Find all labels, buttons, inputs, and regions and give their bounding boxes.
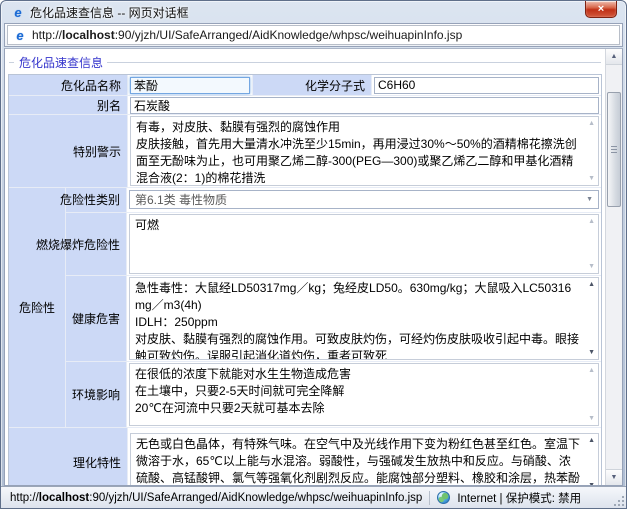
page-title: 危化品速查信息 [14, 54, 107, 71]
scroll-down-icon[interactable]: ▼ [588, 415, 595, 422]
scrollbar-grip [611, 146, 617, 154]
hazard-class-cell: 第6.1类 毒性物质 ▼ [127, 188, 601, 212]
legend-line [107, 62, 601, 63]
page-content: 危化品速查信息 危化品名称 化学分子式 别名 [4, 48, 623, 486]
hazard-class-label: 危险性类别 [66, 188, 127, 212]
special-warning-cell: 有毒，对皮肤、黏膜有强烈的腐蚀作用 皮肤接触，首先用大量清水冲洗至少15min，… [128, 115, 601, 187]
dialog-window: e 危化品速查信息 -- 网页对话框 × e http://localhost:… [0, 0, 627, 509]
scroll-up-icon[interactable]: ▲ [588, 218, 595, 225]
resize-grip[interactable] [612, 494, 624, 506]
hazard-class-select[interactable]: 第6.1类 毒性物质 ▼ [129, 190, 599, 209]
environment-label: 环境影响 [66, 362, 127, 427]
address-url: http://localhost:90/yjzh/UI/SafeArranged… [32, 28, 462, 42]
hazard-group-rows: 危险性类别 第6.1类 毒性物质 ▼ 燃烧爆炸危险性 [66, 188, 601, 427]
chemical-info-table: 危化品名称 化学分子式 别名 [8, 74, 602, 485]
scroll-down-icon[interactable]: ▼ [588, 263, 595, 270]
dropdown-arrow-icon: ▼ [586, 196, 593, 203]
page-scrollbar[interactable]: ▲ ▼ [605, 49, 622, 485]
form-area: 危化品速查信息 危化品名称 化学分子式 别名 [5, 49, 605, 485]
environment-cell: 在很低的浓度下就能对水生生物造成危害 在土壤中，只要2-5天时间就可完全降解 2… [127, 362, 601, 427]
alias-input[interactable] [130, 97, 599, 114]
address-input[interactable]: e http://localhost:90/yjzh/UI/SafeArrang… [7, 25, 620, 45]
physchem-label: 理化特性 [9, 428, 128, 485]
hazard-group-row: 危险性 危险性类别 第6.1类 毒性物质 ▼ [9, 188, 601, 428]
name-cell [128, 75, 252, 95]
ie-icon: e [11, 5, 25, 19]
scrollbar-thumb[interactable] [607, 92, 621, 207]
status-divider [429, 491, 430, 505]
name-label: 危化品名称 [9, 75, 128, 95]
special-warning-textarea[interactable]: 有毒，对皮肤、黏膜有强烈的腐蚀作用 皮肤接触，首先用大量清水冲洗至少15min，… [130, 116, 599, 186]
hazard-class-value: 第6.1类 毒性物质 [135, 191, 227, 208]
table-row: 危化品名称 化学分子式 [9, 75, 601, 96]
scroll-up-icon[interactable]: ▲ [588, 120, 595, 127]
scroll-up-icon[interactable]: ▲ [588, 437, 595, 444]
table-row: 理化特性 无色或白色晶体，有特殊气味。在空气中及光线作用下变为粉红色甚至红色。室… [9, 428, 601, 485]
scroll-up-icon[interactable]: ▲ [588, 281, 595, 288]
environment-textarea[interactable]: 在很低的浓度下就能对水生生物造成危害 在土壤中，只要2-5天时间就可完全降解 2… [129, 363, 599, 426]
physchem-textarea[interactable]: 无色或白色晶体，有特殊气味。在空气中及光线作用下变为粉红色甚至红色。室温下微溶于… [130, 433, 599, 486]
window-title: 危化品速查信息 -- 网页对话框 [30, 4, 189, 21]
alias-cell [128, 96, 601, 114]
table-row: 燃烧爆炸危险性 可燃 ▲ ▼ [66, 213, 601, 277]
scroll-down-icon[interactable]: ▼ [588, 482, 595, 486]
hazard-group-label: 危险性 [9, 188, 66, 427]
globe-icon [437, 491, 450, 504]
formula-label: 化学分子式 [252, 75, 372, 95]
table-row: 环境影响 在很低的浓度下就能对水生生物造成危害 在土壤中，只要2-5天时间就可完… [66, 362, 601, 427]
fire-explosion-label: 燃烧爆炸危险性 [66, 213, 127, 276]
table-row: 健康危害 急性毒性：大鼠经LD50317mg／kg；兔经皮LD50。630mg/… [66, 276, 601, 362]
health-hazard-textarea[interactable]: 急性毒性：大鼠经LD50317mg／kg；兔经皮LD50。630mg/kg；大鼠… [129, 277, 599, 360]
address-bar: e http://localhost:90/yjzh/UI/SafeArrang… [4, 23, 623, 47]
formula-cell [372, 75, 601, 95]
table-row: 特别警示 有毒，对皮肤、黏膜有强烈的腐蚀作用 皮肤接触，首先用大量清水冲洗至少1… [9, 115, 601, 188]
name-input[interactable] [130, 77, 250, 94]
close-button[interactable]: × [585, 1, 617, 18]
scroll-down-icon[interactable]: ▼ [588, 175, 595, 182]
scroll-down-icon[interactable]: ▼ [588, 349, 595, 356]
scroll-down-button[interactable]: ▼ [606, 469, 622, 485]
fire-explosion-textarea[interactable]: 可燃 ▲ ▼ [129, 214, 599, 275]
table-row: 危险性类别 第6.1类 毒性物质 ▼ [66, 188, 601, 213]
health-hazard-label: 健康危害 [66, 276, 127, 361]
special-warning-label: 特别警示 [9, 115, 128, 187]
status-bar: http://localhost:90/yjzh/UI/SafeArranged… [1, 486, 626, 508]
table-row: 别名 [9, 96, 601, 115]
scroll-up-icon[interactable]: ▲ [588, 367, 595, 374]
health-hazard-cell: 急性毒性：大鼠经LD50317mg／kg；兔经皮LD50。630mg/kg；大鼠… [127, 276, 601, 361]
status-zone: Internet | 保护模式: 禁用 [457, 490, 581, 506]
title-bar: e 危化品速查信息 -- 网页对话框 × [1, 1, 626, 23]
fire-explosion-cell: 可燃 ▲ ▼ [127, 213, 601, 276]
scroll-up-button[interactable]: ▲ [606, 49, 622, 65]
close-icon: × [598, 4, 604, 15]
formula-input[interactable] [374, 77, 599, 94]
alias-label: 别名 [9, 96, 128, 114]
ie-icon: e [13, 28, 27, 42]
status-url: http://localhost:90/yjzh/UI/SafeArranged… [10, 492, 422, 504]
fieldset-legend: 危化品速查信息 [8, 51, 602, 71]
physchem-cell: 无色或白色晶体，有特殊气味。在空气中及光线作用下变为粉红色甚至红色。室温下微溶于… [128, 428, 601, 485]
